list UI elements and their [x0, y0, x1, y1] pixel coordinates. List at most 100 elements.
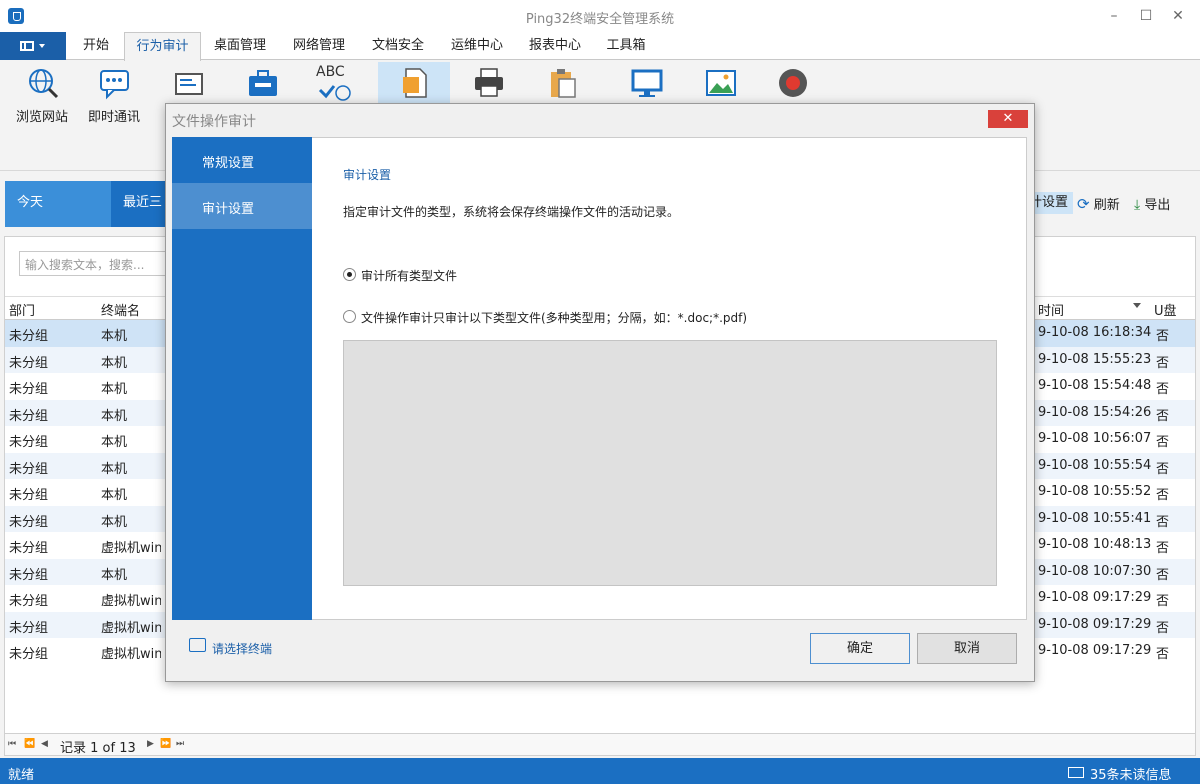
cell-dept: 未分组: [9, 567, 49, 583]
close-button[interactable]: ✕: [1168, 6, 1188, 26]
last-page-button[interactable]: ⏭: [176, 739, 184, 749]
cell-dept: 未分组: [9, 435, 49, 450]
sidebar-item-general[interactable]: 常规设置: [172, 137, 312, 183]
tab-tools[interactable]: 工具箱: [597, 32, 655, 60]
printer-icon: [475, 68, 503, 97]
cell-udisk: 否: [1156, 541, 1170, 556]
maximize-button[interactable]: ☐: [1136, 6, 1156, 26]
cell-time: 9-10-08 15:55:23: [1038, 351, 1152, 367]
cell-terminal: 本机: [101, 488, 128, 503]
next-page-group-button[interactable]: ⏩: [160, 739, 171, 749]
col-terminal[interactable]: 终端名: [101, 300, 140, 319]
cell-udisk: 否: [1156, 435, 1170, 450]
first-page-button[interactable]: ⏮: [8, 739, 16, 749]
cell-time: 9-10-08 10:56:07: [1038, 431, 1152, 446]
cell-terminal: 本机: [101, 355, 128, 371]
cell-terminal: 虚拟机win1: [101, 594, 161, 609]
tab-network[interactable]: 网络管理: [283, 32, 355, 60]
sidebar-item-audit[interactable]: 审计设置: [172, 183, 312, 229]
toolbar-im[interactable]: 即时通讯: [78, 62, 150, 138]
tab-today[interactable]: 今天: [5, 181, 111, 227]
app-menu-button[interactable]: [0, 32, 66, 60]
cell-udisk: 否: [1156, 647, 1170, 662]
status-bar: [0, 758, 1200, 784]
col-time[interactable]: 时间: [1038, 300, 1064, 319]
mail-icon[interactable]: [1068, 767, 1084, 778]
cell-dept: 未分组: [9, 488, 49, 503]
abc-network-icon: [318, 85, 351, 101]
cell-terminal: 本机: [101, 435, 128, 450]
cell-dept: 未分组: [9, 647, 49, 662]
toolbar-label: 即时通讯: [87, 110, 140, 125]
cell-time: 9-10-08 15:54:48: [1038, 378, 1152, 393]
cell-udisk: 否: [1156, 594, 1170, 609]
cell-time: 9-10-08 09:17:29: [1038, 616, 1152, 632]
cell-udisk: 否: [1156, 329, 1170, 344]
terminal-icon[interactable]: [189, 638, 206, 652]
next-page-button[interactable]: ▶: [147, 739, 154, 749]
cancel-button[interactable]: 取消: [917, 633, 1017, 664]
cell-dept: 未分组: [9, 620, 49, 636]
section-description: 指定审计文件的类型，系统将会保存终端操作文件的活动记录。: [343, 205, 680, 219]
cell-terminal: 本机: [101, 382, 128, 397]
cell-dept: 未分组: [9, 382, 49, 397]
clipboard-icon: [551, 69, 576, 98]
dialog-title-bar[interactable]: [166, 104, 1034, 136]
tab-behavior-audit[interactable]: 行为审计: [124, 32, 201, 61]
tab-ops[interactable]: 运维中心: [441, 32, 513, 60]
cell-time: 9-10-08 15:54:26: [1038, 404, 1152, 420]
refresh-icon: ⟳: [1077, 195, 1090, 213]
file-types-textarea[interactable]: [343, 340, 997, 586]
cell-terminal: 本机: [101, 329, 128, 344]
sort-down-icon[interactable]: [1133, 303, 1141, 308]
cell-terminal: 虚拟机win1: [101, 647, 161, 662]
radio-label-all-types[interactable]: 审计所有类型文件: [361, 267, 457, 284]
cell-terminal: 本机: [101, 567, 128, 583]
toolbar-browse-web[interactable]: 浏览网站: [6, 62, 78, 138]
minimize-button[interactable]: –: [1104, 6, 1124, 26]
tab-desktop[interactable]: 桌面管理: [204, 32, 276, 60]
cell-udisk: 否: [1156, 620, 1170, 636]
menu-icon: [20, 41, 34, 51]
cell-udisk: 否: [1156, 488, 1170, 503]
chevron-down-icon: [39, 44, 45, 48]
col-dept[interactable]: 部门: [9, 300, 35, 319]
cell-dept: 未分组: [9, 408, 49, 424]
globe-search-icon: [29, 69, 59, 99]
cell-udisk: 否: [1156, 514, 1170, 530]
cell-time: 9-10-08 10:55:52: [1038, 484, 1152, 499]
tab-recent[interactable]: 最近三: [111, 181, 171, 227]
window-title: Ping32终端安全管理系统: [525, 12, 675, 27]
radio-specific-types[interactable]: [343, 310, 356, 323]
cell-terminal: 本机: [101, 461, 128, 477]
col-udisk[interactable]: U盘: [1154, 300, 1177, 319]
toolbar-label: 浏览网站: [15, 110, 68, 125]
cell-dept: 未分组: [9, 594, 49, 609]
cell-time: 9-10-08 09:17:29: [1038, 643, 1152, 658]
tab-start[interactable]: 开始: [73, 32, 119, 60]
export-button[interactable]: ⤓ 导出: [1134, 194, 1170, 213]
choose-terminal-link[interactable]: 请选择终端: [212, 640, 272, 657]
search-input[interactable]: 输入搜索文本，搜索...: [19, 251, 167, 276]
tab-document[interactable]: 文档安全: [362, 32, 434, 60]
dialog-title: 文件操作审计: [172, 114, 256, 130]
export-label: 导出: [1144, 198, 1171, 213]
refresh-button[interactable]: ⟳ 刷新: [1077, 194, 1120, 213]
cell-dept: 未分组: [9, 355, 49, 371]
cell-time: 9-10-08 16:18:34: [1038, 325, 1152, 340]
ok-button[interactable]: 确定: [810, 633, 910, 664]
cell-udisk: 否: [1156, 382, 1170, 397]
radio-all-types[interactable]: [343, 268, 356, 281]
tab-report[interactable]: 报表中心: [519, 32, 591, 60]
dialog-close-button[interactable]: ✕: [988, 110, 1028, 128]
radio-label-specific-types[interactable]: 文件操作审计只审计以下类型文件(多种类型用；分隔，如：*.doc;*.pdf): [361, 309, 747, 326]
prev-page-group-button[interactable]: ⏪: [24, 739, 35, 749]
cell-terminal: 虚拟机win1: [101, 541, 161, 556]
abc-label: ABC: [316, 64, 345, 80]
cell-udisk: 否: [1156, 567, 1170, 583]
cell-time: 9-10-08 10:48:13: [1038, 537, 1152, 552]
file-icon: [403, 68, 427, 98]
monitor-icon: [631, 69, 663, 97]
prev-page-button[interactable]: ◀: [41, 739, 48, 749]
unread-messages[interactable]: 35条未读信息: [1090, 764, 1172, 783]
